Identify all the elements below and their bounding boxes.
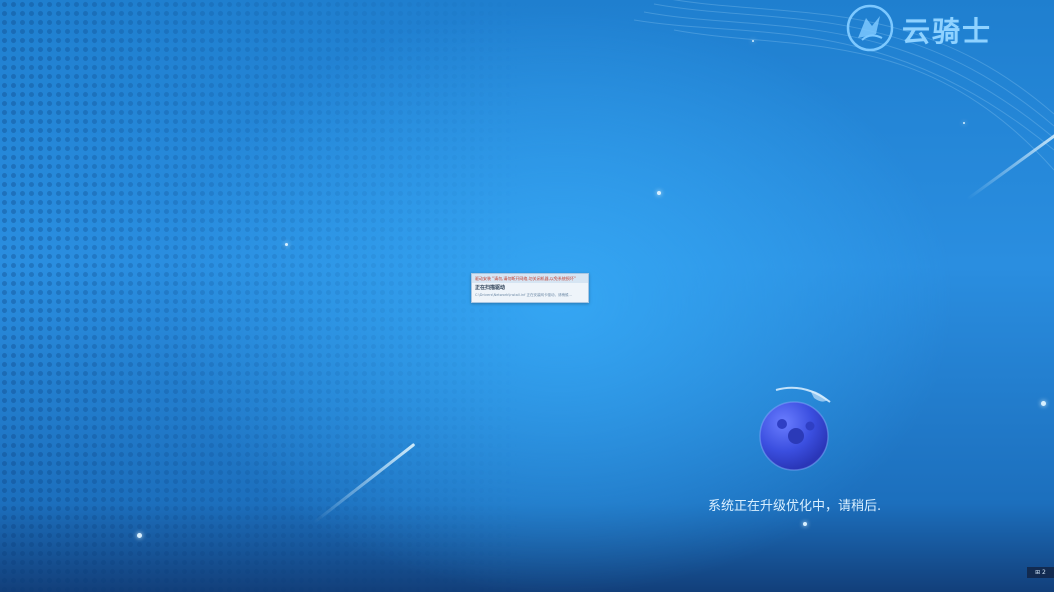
dialog-title: 正在扫描驱动 [475, 285, 506, 291]
planet-icon [759, 386, 831, 471]
star-decoration [752, 40, 754, 42]
star-decoration [137, 533, 142, 538]
star-decoration [803, 522, 807, 526]
loading-planet [758, 384, 834, 474]
dialog-header: 驱动安装 "请勿,请勿断开网络,勿关闭机器,以免系统损坏" [472, 274, 588, 283]
hex-pattern-background [0, 0, 520, 592]
star-decoration [1041, 401, 1046, 406]
star-decoration [285, 243, 288, 246]
upgrade-status-message: 系统正在升级优化中，请稍后. [708, 499, 882, 514]
brand-name: 云骑士 [902, 15, 993, 48]
star-decoration [657, 191, 661, 195]
dialog-detail: C:\Drivers\Network\install.inf 正在安装网卡驱动，… [475, 293, 572, 297]
driver-install-dialog[interactable]: 驱动安装 "请勿,请勿断开网络,勿关闭机器,以免系统损坏" 正在扫描驱动 C:\… [471, 273, 589, 303]
knight-emblem-icon [846, 4, 894, 52]
brand-logo: 云骑士 [846, 4, 1046, 52]
star-decoration [963, 122, 965, 124]
taskbar-tray[interactable]: ⊞ 2 [1027, 567, 1054, 578]
